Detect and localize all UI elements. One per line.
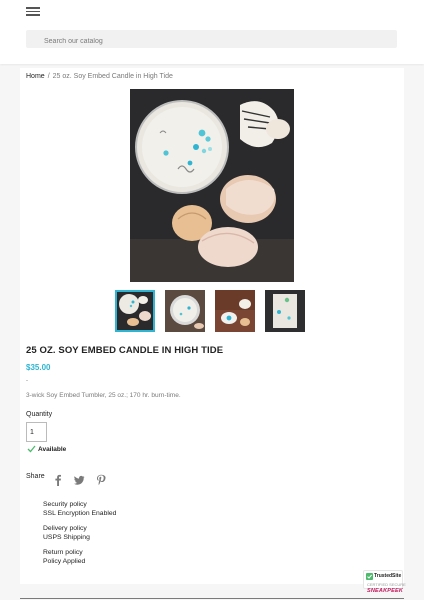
twitter-icon[interactable]: [72, 473, 86, 487]
trustedsite-subtitle: CERTIFIED SECURE: [367, 582, 406, 587]
breadcrumb: Home/25 oz. Soy Embed Candle in High Tid…: [26, 73, 173, 80]
quantity-label: Quantity: [26, 411, 53, 418]
product-title: 25 OZ. SOY EMBED CANDLE IN HIGH TIDE: [26, 345, 224, 356]
reassurance-title: Delivery policy: [43, 525, 87, 532]
product-cover-image[interactable]: [130, 89, 294, 282]
reassurance-return: Return policy Policy Applied: [43, 548, 85, 566]
trustedsite-check-icon: [366, 573, 373, 580]
reassurance-title: Return policy: [43, 549, 83, 556]
breadcrumb-current: 25 oz. Soy Embed Candle in High Tide: [52, 73, 173, 80]
breadcrumb-separator: /: [47, 73, 50, 80]
facebook-icon[interactable]: [51, 473, 65, 487]
reassurance-detail: USPS Shipping: [43, 534, 90, 541]
reassurance-title: Security policy: [43, 501, 87, 508]
product-price: $35.00: [26, 363, 51, 372]
quantity-input[interactable]: [26, 422, 47, 442]
pinterest-icon[interactable]: [94, 473, 108, 487]
reassurance-detail: SSL Encryption Enabled: [43, 510, 117, 517]
breadcrumb-home-link[interactable]: Home: [26, 73, 45, 80]
checkmark-icon: [27, 445, 36, 453]
reassurance-delivery: Delivery policy USPS Shipping: [43, 524, 90, 542]
search-input[interactable]: [26, 32, 397, 51]
thumbnail-1[interactable]: [115, 290, 155, 332]
price-dash: -: [26, 378, 28, 384]
thumbnail-4[interactable]: [265, 290, 305, 332]
search-bar: [26, 30, 397, 51]
product-page: Home/25 oz. Soy Embed Candle in High Tid…: [20, 68, 404, 584]
sneakpeek-logo[interactable]: SNEAKPEEK: [367, 588, 403, 594]
trustedsite-badge[interactable]: TrustedSite CERTIFIED SECURE: [363, 570, 406, 589]
thumbnail-2[interactable]: [165, 290, 205, 332]
hamburger-menu-icon[interactable]: [26, 5, 40, 17]
availability-status: Available: [27, 445, 66, 453]
share-label: Share: [26, 473, 45, 480]
header-bar: [0, 0, 424, 64]
trustedsite-name: TrustedSite: [374, 573, 402, 579]
reassurance-security: Security policy SSL Encryption Enabled: [43, 500, 116, 518]
footer-divider: [20, 598, 404, 599]
reassurance-detail: Policy Applied: [43, 558, 86, 565]
product-description: 3-wick Soy Embed Tumbler, 25 oz.; 170 hr…: [26, 392, 181, 399]
availability-label: Available: [38, 445, 67, 453]
thumbnail-3[interactable]: [215, 290, 255, 332]
thumbnail-strip: [115, 290, 305, 334]
